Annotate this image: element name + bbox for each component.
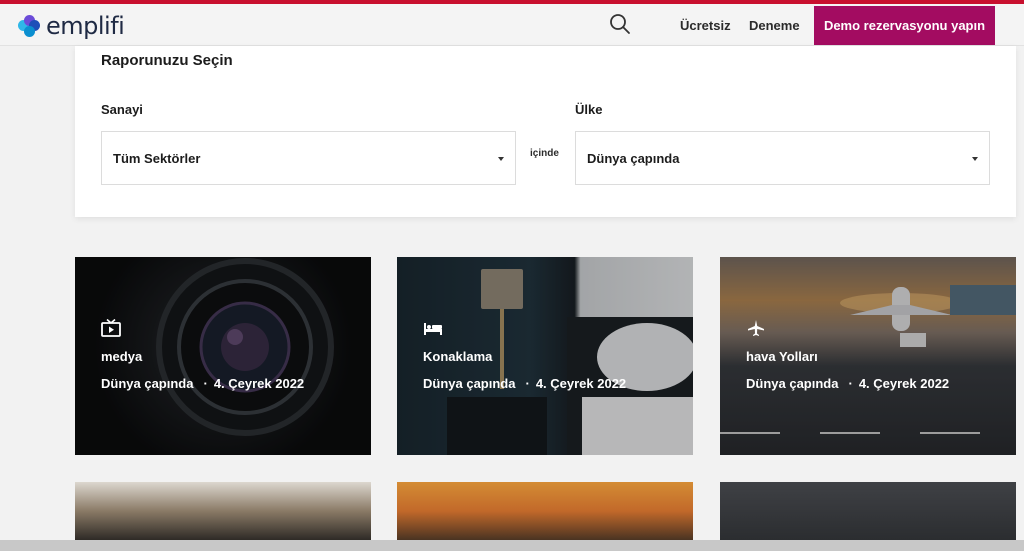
sector-select[interactable]: Tüm Sektörler	[101, 131, 516, 185]
country-label: Ülke	[575, 102, 603, 117]
report-card-partial[interactable]	[720, 482, 1016, 540]
report-card-airlines[interactable]: hava Yolları Dünya çapında · 4. Çeyrek 202…	[720, 257, 1016, 455]
airplane-icon	[748, 320, 764, 336]
book-demo-button[interactable]: Demo rezervasyonu yapın	[814, 6, 995, 45]
sector-label: Sanayi	[101, 102, 143, 117]
card-period: 4. Çeyrek 2022	[858, 376, 950, 391]
report-card-partial[interactable]	[75, 482, 371, 540]
search-icon[interactable]	[608, 12, 632, 36]
chevron-down-icon	[972, 157, 978, 161]
nav-trial-link[interactable]: Deneme	[749, 18, 800, 33]
nav-free-link[interactable]: Ücretsiz	[680, 18, 731, 33]
country-select-value: Dünya çapında	[587, 151, 680, 166]
card-meta: Dünya çapında · 4. Çeyrek 2022	[101, 376, 305, 391]
tv-icon	[101, 319, 121, 337]
card-region: Dünya çapında	[746, 376, 839, 391]
panel-title: Raporunuzu Seçin	[101, 52, 233, 69]
card-period: 4. Çeyrek 2022	[535, 376, 627, 391]
card-title: medya	[101, 349, 143, 364]
chevron-down-icon	[498, 157, 504, 161]
card-meta: Dünya çapında · 4. Çeyrek 2022	[423, 376, 627, 391]
country-select[interactable]: Dünya çapında	[575, 131, 990, 185]
report-selector-panel: Raporunuzu Seçin Sanayi Tüm Sektörler iç…	[75, 46, 1016, 217]
card-meta: Dünya çapında · 4. Çeyrek 2022	[746, 376, 950, 391]
logo-text: emplifi	[46, 12, 125, 40]
card-region: Dünya çapında	[423, 376, 516, 391]
logo-mark-icon	[18, 15, 40, 37]
card-title: Konaklama	[423, 349, 493, 364]
in-label: içinde	[530, 148, 559, 159]
card-title: hava Yolları	[746, 349, 818, 364]
report-card-media[interactable]: medya Dünya çapında · 4. Çeyrek 2022	[75, 257, 371, 455]
report-card-hospitality[interactable]: Konaklama Dünya çapında · 4. Çeyrek 2022	[397, 257, 693, 455]
horizontal-scrollbar[interactable]	[0, 540, 1024, 551]
site-header: emplifi Ücretsiz Deneme Demo rezervasyon…	[0, 4, 1024, 46]
sector-select-value: Tüm Sektörler	[113, 151, 201, 166]
report-card-partial[interactable]	[397, 482, 693, 540]
card-period: 4. Çeyrek 2022	[213, 376, 305, 391]
card-region: Dünya çapında	[101, 376, 194, 391]
bed-icon	[424, 323, 442, 335]
emplifi-logo[interactable]: emplifi	[18, 12, 125, 40]
